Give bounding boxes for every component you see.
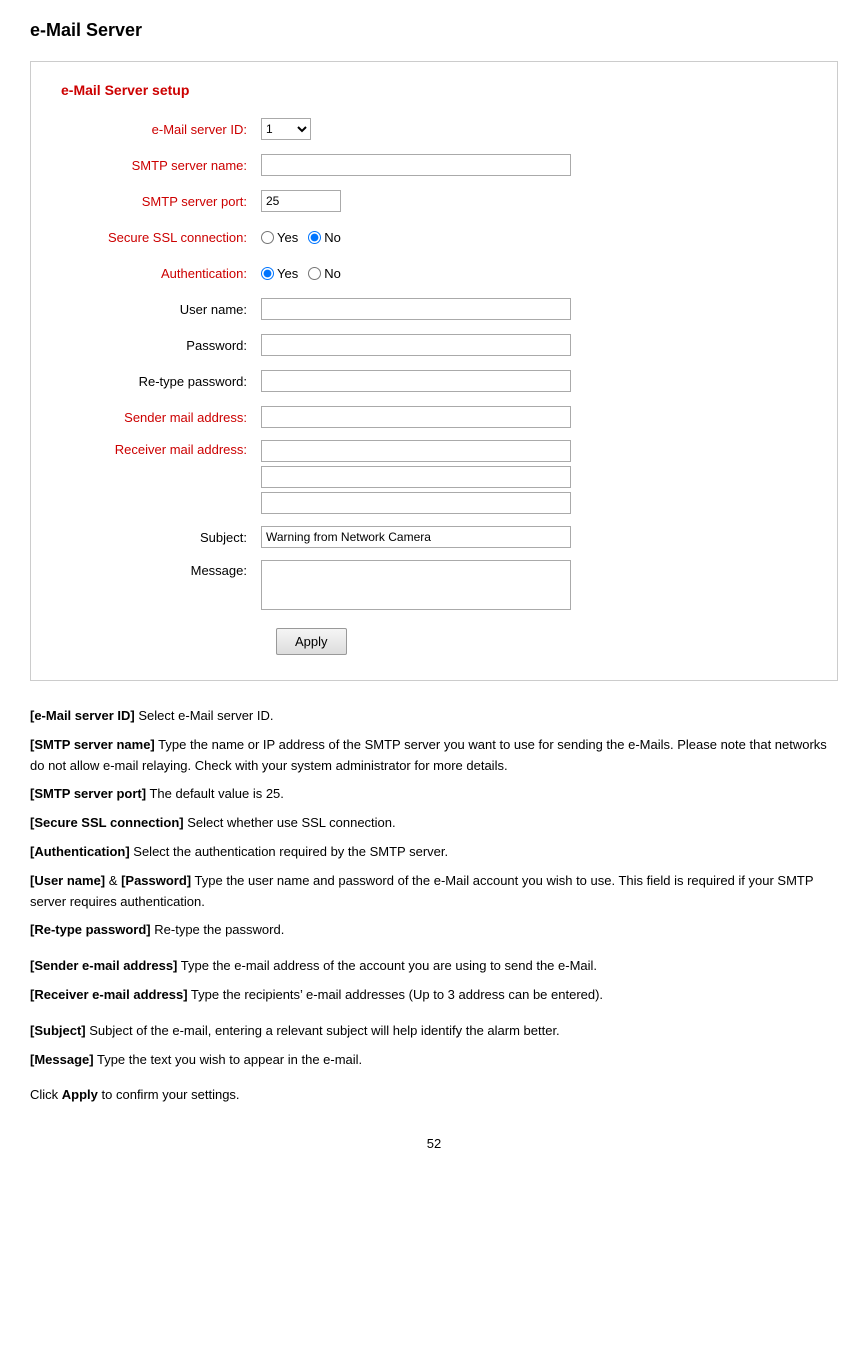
desc-user-amp: &: [109, 873, 121, 888]
page-number: 52: [30, 1136, 838, 1151]
subject-input[interactable]: [261, 526, 571, 548]
desc-user-pass: [User name] & [Password] Type the user n…: [30, 871, 838, 913]
ssl-row: Secure SSL connection: Yes No: [61, 224, 807, 250]
ssl-yes-radio[interactable]: [261, 231, 274, 244]
password-label: Password:: [61, 338, 261, 353]
retype-input[interactable]: [261, 370, 571, 392]
message-textarea[interactable]: [261, 560, 571, 610]
sender-input[interactable]: [261, 406, 571, 428]
desc-pass-bold: [Password]: [121, 873, 191, 888]
desc-smtp-port-text: The default value is 25.: [149, 786, 283, 801]
receiver1-input[interactable]: [261, 440, 571, 462]
desc-ssl: [Secure SSL connection] Select whether u…: [30, 813, 838, 834]
desc-apply: Click Apply to confirm your settings.: [30, 1085, 838, 1106]
smtp-port-input[interactable]: [261, 190, 341, 212]
sender-row: Sender mail address:: [61, 404, 807, 430]
email-server-setup-section: e-Mail Server setup e-Mail server ID: 1 …: [30, 61, 838, 681]
description-section4: Click Apply to confirm your settings.: [30, 1085, 838, 1106]
ssl-radio-group: Yes No: [261, 230, 341, 245]
desc-user-bold: [User name]: [30, 873, 105, 888]
server-id-row: e-Mail server ID: 1 2 3: [61, 116, 807, 142]
retype-label: Re-type password:: [61, 374, 261, 389]
desc-message-text: Type the text you wish to appear in the …: [97, 1052, 362, 1067]
desc-server-id-bold: [e-Mail server ID]: [30, 708, 135, 723]
auth-row: Authentication: Yes No: [61, 260, 807, 286]
desc-subject-text: Subject of the e-mail, entering a releva…: [89, 1023, 559, 1038]
username-input[interactable]: [261, 298, 571, 320]
desc-sender: [Sender e-mail address] Type the e-mail …: [30, 956, 838, 977]
receiver3-input[interactable]: [261, 492, 571, 514]
receiver-row: Receiver mail address:: [61, 440, 807, 514]
smtp-name-label: SMTP server name:: [61, 158, 261, 173]
desc-smtp-port-bold: [SMTP server port]: [30, 786, 146, 801]
desc-message-bold: [Message]: [30, 1052, 94, 1067]
username-label: User name:: [61, 302, 261, 317]
desc-smtp-name: [SMTP server name] Type the name or IP a…: [30, 735, 838, 777]
auth-yes-label[interactable]: Yes: [261, 266, 298, 281]
desc-retype-text: Re-type the password.: [154, 922, 284, 937]
desc-retype: [Re-type password] Re-type the password.: [30, 920, 838, 941]
desc-apply-post: to confirm your settings.: [102, 1087, 240, 1102]
ssl-no-radio[interactable]: [308, 231, 321, 244]
server-id-select[interactable]: 1 2 3: [261, 118, 311, 140]
description-section: [e-Mail server ID] Select e-Mail server …: [30, 706, 838, 941]
section-title: e-Mail Server setup: [61, 82, 807, 98]
desc-sender-bold: [Sender e-mail address]: [30, 958, 177, 973]
description-section3: [Subject] Subject of the e-mail, enterin…: [30, 1021, 838, 1071]
smtp-name-row: SMTP server name:: [61, 152, 807, 178]
desc-sender-text: Type the e-mail address of the account y…: [181, 958, 597, 973]
desc-smtp-port: [SMTP server port] The default value is …: [30, 784, 838, 805]
ssl-label: Secure SSL connection:: [61, 230, 261, 245]
desc-apply-pre: Click: [30, 1087, 62, 1102]
password-row: Password:: [61, 332, 807, 358]
auth-label: Authentication:: [61, 266, 261, 281]
retype-row: Re-type password:: [61, 368, 807, 394]
receiver-label: Receiver mail address:: [61, 440, 261, 457]
desc-retype-bold: [Re-type password]: [30, 922, 151, 937]
server-id-label: e-Mail server ID:: [61, 122, 261, 137]
auth-yes-radio[interactable]: [261, 267, 274, 280]
ssl-yes-label[interactable]: Yes: [261, 230, 298, 245]
smtp-port-row: SMTP server port:: [61, 188, 807, 214]
smtp-port-label: SMTP server port:: [61, 194, 261, 209]
subject-row: Subject:: [61, 524, 807, 550]
message-row: Message:: [61, 560, 807, 610]
username-row: User name:: [61, 296, 807, 322]
page-title: e-Mail Server: [30, 20, 838, 41]
password-input[interactable]: [261, 334, 571, 356]
desc-subject-bold: [Subject]: [30, 1023, 86, 1038]
ssl-no-label[interactable]: No: [308, 230, 341, 245]
desc-receiver-text: Type the recipients’ e-mail addresses (U…: [191, 987, 603, 1002]
apply-row: Apply: [61, 620, 807, 655]
desc-ssl-bold: [Secure SSL connection]: [30, 815, 184, 830]
desc-auth-bold: [Authentication]: [30, 844, 130, 859]
desc-server-id: [e-Mail server ID] Select e-Mail server …: [30, 706, 838, 727]
desc-auth: [Authentication] Select the authenticati…: [30, 842, 838, 863]
description-section2: [Sender e-mail address] Type the e-mail …: [30, 956, 838, 1006]
desc-ssl-text: Select whether use SSL connection.: [187, 815, 395, 830]
receiver-inputs: [261, 440, 571, 514]
apply-button[interactable]: Apply: [276, 628, 347, 655]
desc-apply-bold: Apply: [62, 1087, 98, 1102]
auth-no-label[interactable]: No: [308, 266, 341, 281]
smtp-name-input[interactable]: [261, 154, 571, 176]
desc-subject: [Subject] Subject of the e-mail, enterin…: [30, 1021, 838, 1042]
desc-auth-text: Select the authentication required by th…: [133, 844, 448, 859]
message-label: Message:: [61, 560, 261, 578]
receiver2-input[interactable]: [261, 466, 571, 488]
sender-label: Sender mail address:: [61, 410, 261, 425]
desc-receiver: [Receiver e-mail address] Type the recip…: [30, 985, 838, 1006]
auth-radio-group: Yes No: [261, 266, 341, 281]
desc-server-id-text: Select e-Mail server ID.: [138, 708, 273, 723]
subject-label: Subject:: [61, 530, 261, 545]
auth-no-radio[interactable]: [308, 267, 321, 280]
desc-receiver-bold: [Receiver e-mail address]: [30, 987, 188, 1002]
desc-smtp-name-bold: [SMTP server name]: [30, 737, 155, 752]
desc-message: [Message] Type the text you wish to appe…: [30, 1050, 838, 1071]
